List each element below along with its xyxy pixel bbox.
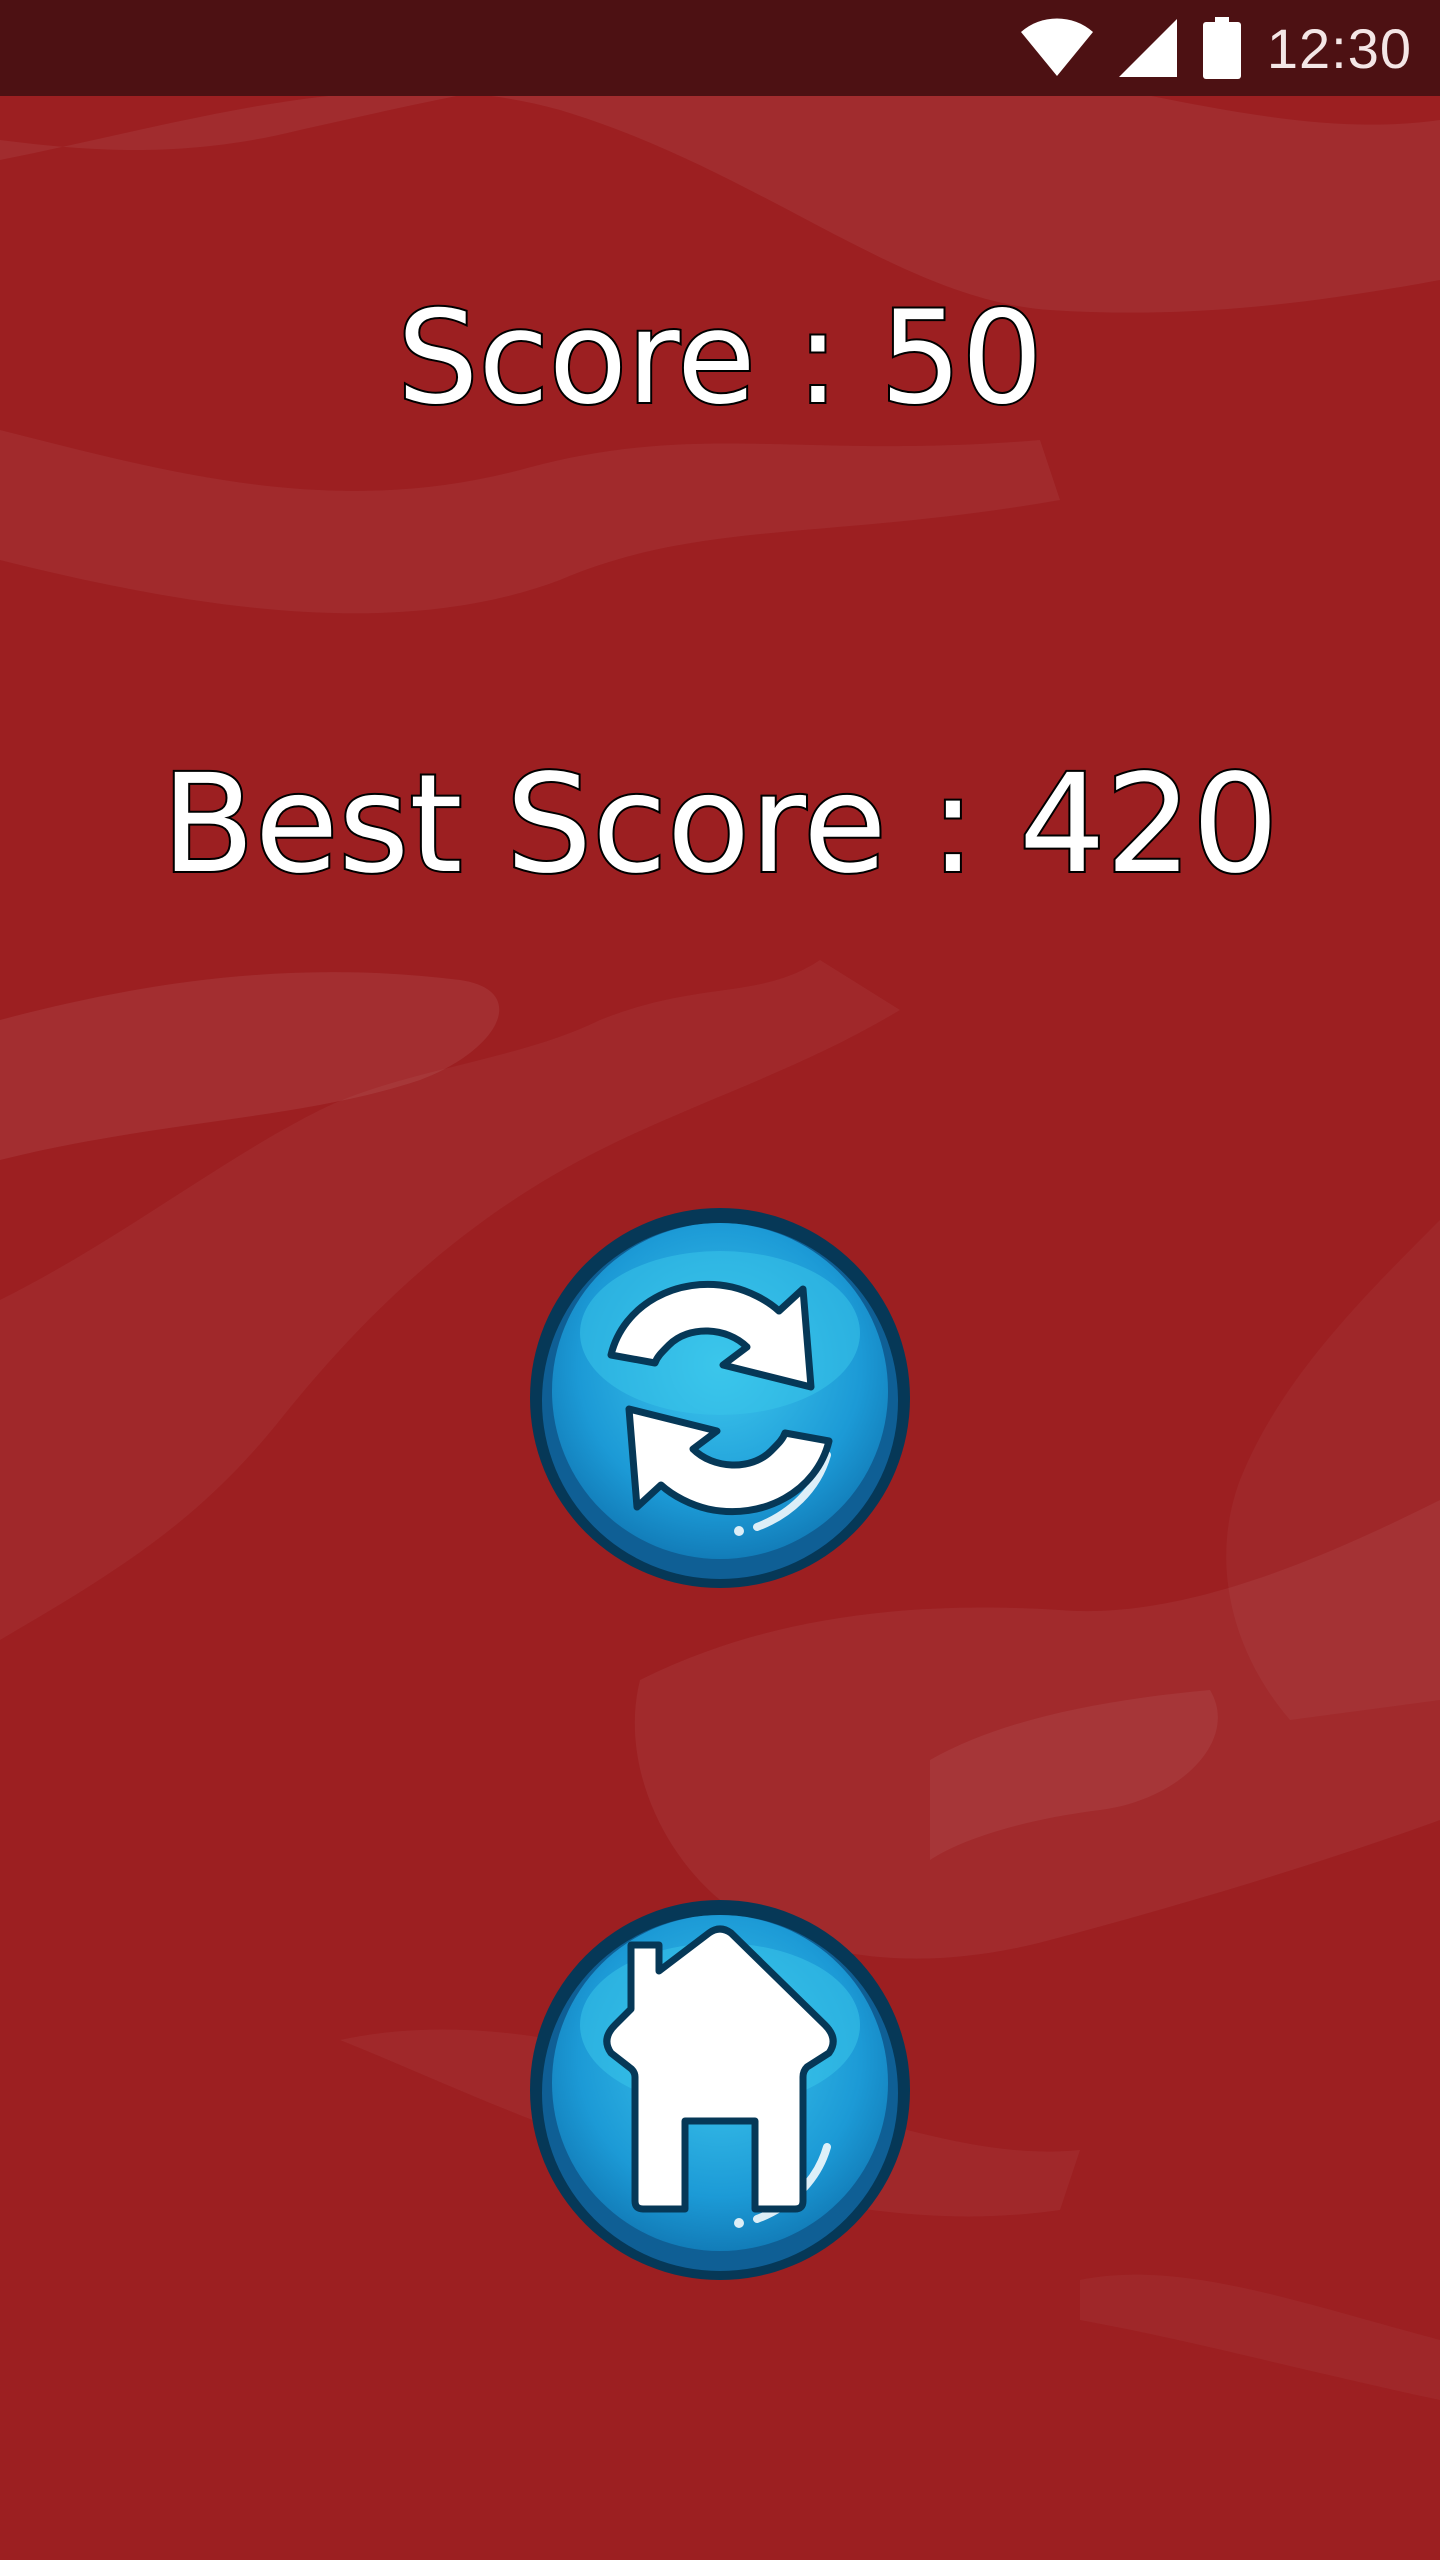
home-button[interactable]	[527, 1897, 913, 2283]
status-icons: 12:30	[1020, 0, 1412, 96]
status-bar: 12:30	[0, 0, 1440, 96]
wifi-icon	[1020, 18, 1093, 78]
battery-icon	[1202, 17, 1241, 79]
restart-button[interactable]	[527, 1205, 913, 1591]
cellular-signal-icon	[1118, 19, 1177, 77]
current-score-label: Score : 50	[395, 284, 1045, 433]
game-over-screen: 12:30 Score : 50 Best Score : 420	[0, 0, 1440, 2560]
best-score-label: Best Score : 420	[159, 746, 1280, 904]
status-clock: 12:30	[1266, 16, 1412, 80]
